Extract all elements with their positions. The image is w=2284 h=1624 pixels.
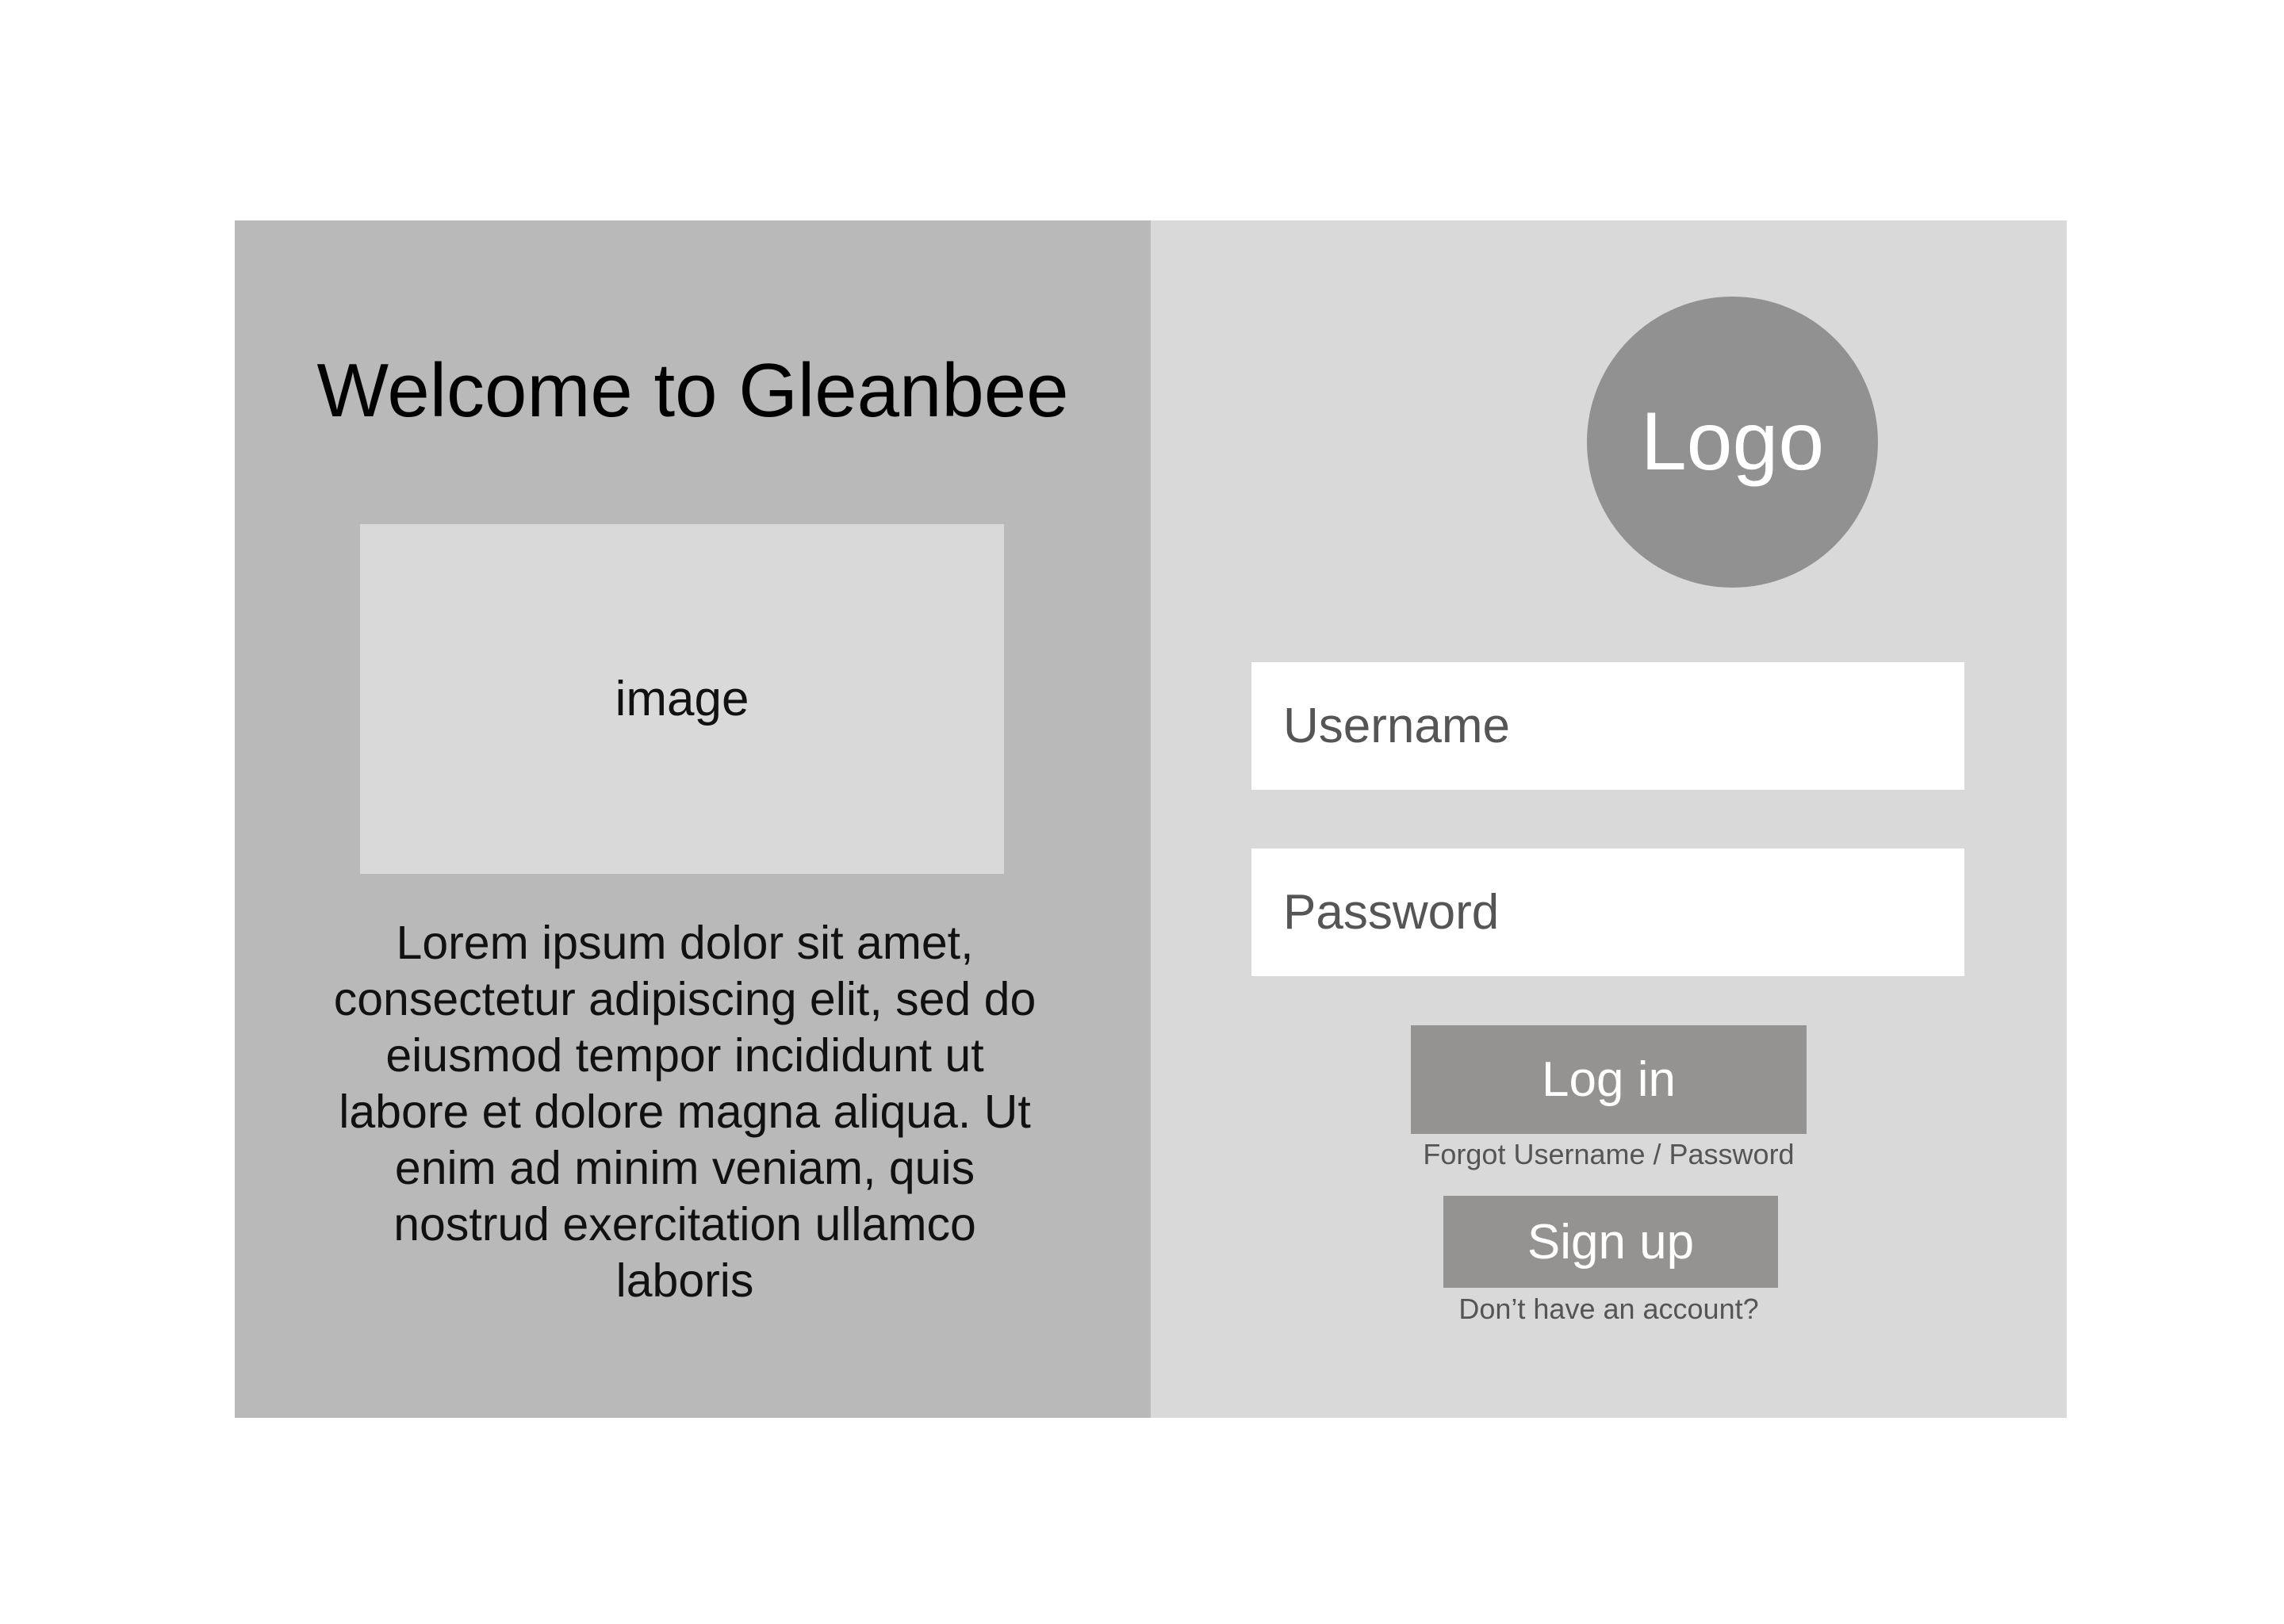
image-placeholder: image	[360, 524, 1004, 874]
login-card: Welcome to Gleanbee image Lorem ipsum do…	[235, 220, 2067, 1418]
password-placeholder: Password	[1283, 885, 1500, 940]
welcome-panel: Welcome to Gleanbee image Lorem ipsum do…	[235, 220, 1151, 1418]
logo: Logo	[1587, 297, 1878, 588]
username-placeholder: Username	[1283, 699, 1510, 753]
username-field[interactable]: Username	[1251, 662, 1964, 790]
forgot-credentials-link[interactable]: Forgot Username / Password	[1151, 1138, 2067, 1171]
no-account-text: Don’t have an account?	[1458, 1293, 1759, 1325]
logo-text: Logo	[1640, 396, 1825, 488]
image-placeholder-label: image	[615, 672, 749, 726]
welcome-description: Lorem ipsum dolor sit amet, consectetur …	[333, 917, 1037, 1307]
signup-button[interactable]: Sign up	[1443, 1196, 1778, 1288]
password-field[interactable]: Password	[1251, 848, 1964, 976]
login-panel: Logo Username Password Log in Forgot Use…	[1151, 220, 2067, 1418]
welcome-title: Welcome to Gleanbee	[316, 348, 1069, 433]
login-button[interactable]: Log in	[1411, 1025, 1807, 1134]
